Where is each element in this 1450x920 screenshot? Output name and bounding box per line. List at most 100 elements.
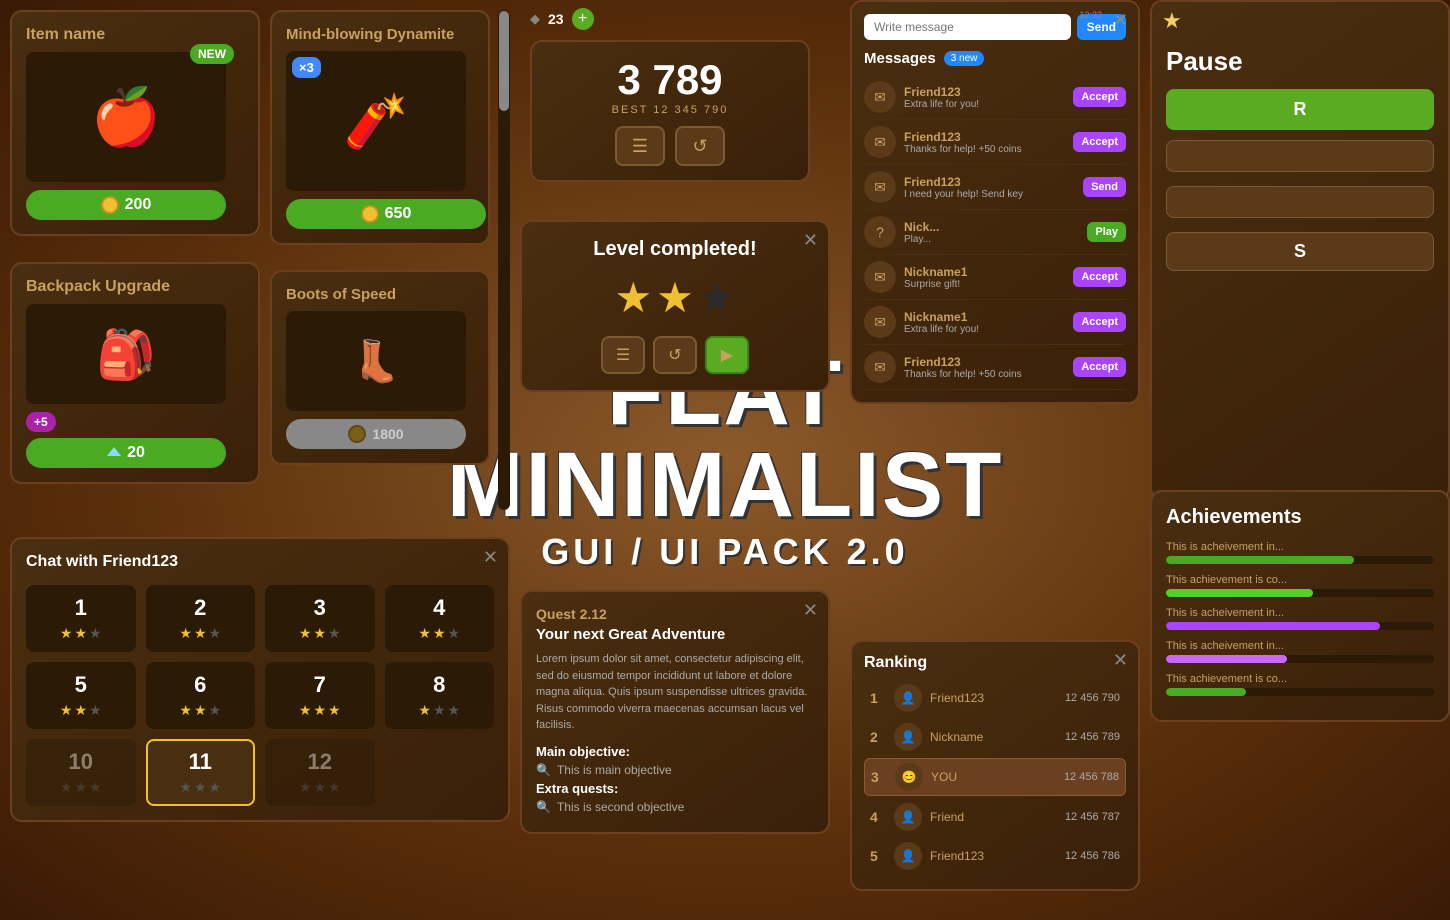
msg-sender-7: Friend123: [904, 355, 1065, 369]
msg-text-7: Thanks for help! +50 coins: [904, 369, 1065, 380]
pause-resume-button[interactable]: R: [1166, 89, 1434, 130]
accept-button-1[interactable]: Accept: [1073, 87, 1126, 107]
level-cell-10[interactable]: 10 ★ ★ ★: [26, 739, 136, 806]
rank-item-3: 3 😊 YOU 12 456 788: [864, 758, 1126, 796]
rank-name-2: Nickname: [930, 730, 1057, 744]
messages-header: Messages 3 new: [864, 50, 1126, 67]
send-button-3[interactable]: Send: [1083, 177, 1126, 197]
accept-button-5[interactable]: Accept: [1073, 267, 1126, 287]
level-stars-8: ★ ★ ★: [395, 702, 485, 719]
star-5-2: ★: [74, 702, 87, 719]
level-num-2: 2: [156, 595, 246, 621]
star-3: ★: [698, 273, 736, 322]
boots-card: Boots of Speed 👢 1800: [270, 270, 490, 465]
level-cell-7[interactable]: 7 ★ ★ ★: [265, 662, 375, 729]
backpack-icon: 🎒: [96, 326, 156, 383]
backpack-title: Backpack Upgrade: [26, 278, 244, 296]
level-menu-button[interactable]: ☰: [601, 336, 645, 374]
achievement-text-3: This is acheivement in...: [1166, 607, 1434, 619]
msg-text-5: Surprise gift!: [904, 279, 1065, 290]
quest-id: Quest 2.12: [536, 606, 814, 622]
boots-icon-box: 👢: [286, 311, 466, 411]
dynamite-buy-button[interactable]: 650: [286, 199, 486, 229]
item-price: 200: [125, 196, 152, 214]
levels-grid: 1 ★ ★ ★ 2 ★ ★ ★ 3 ★ ★ ★ 4: [26, 585, 494, 806]
level-complete-close-button[interactable]: ✕: [803, 230, 818, 251]
score-buttons: ☰ ↺: [546, 126, 794, 166]
achievement-item-2: This achievement is co...: [1166, 574, 1434, 597]
msg-content-2: Friend123 Thanks for help! +50 coins: [904, 130, 1065, 155]
level-cell-6[interactable]: 6 ★ ★ ★: [146, 662, 256, 729]
ranking-close-button[interactable]: ✕: [1113, 650, 1128, 671]
rank-score-2: 12 456 789: [1065, 731, 1120, 743]
play-button-4[interactable]: Play: [1087, 222, 1126, 242]
messages-close-button[interactable]: ✕: [1113, 10, 1128, 31]
level-cell-2[interactable]: 2 ★ ★ ★: [146, 585, 256, 652]
scroll-bar[interactable]: [498, 10, 510, 510]
msg-avatar-5: ✉: [864, 261, 896, 293]
level-refresh-button[interactable]: ↺: [653, 336, 697, 374]
level-cell-11[interactable]: 11 ★ ★ ★: [146, 739, 256, 806]
item-card: Item name 🍎 NEW 200: [10, 10, 260, 236]
message-item: ✉ Friend123 Extra life for you! Accept: [864, 75, 1126, 120]
dynamite-icon-box: ×3 🧨: [286, 51, 466, 191]
star-2-3: ★: [209, 625, 222, 642]
star-1: ★: [615, 273, 653, 322]
star-12-2: ★: [313, 779, 326, 796]
backpack-price: 20: [127, 444, 145, 462]
backpack-card: Backpack Upgrade 🎒 +5 20: [10, 262, 260, 484]
messages-new-count: 3 new: [944, 51, 985, 66]
chat-title: Chat with Friend123: [26, 553, 494, 571]
achievement-bar-bg-3: [1166, 622, 1434, 630]
star-8-1: ★: [418, 702, 431, 719]
accept-button-7[interactable]: Accept: [1073, 357, 1126, 377]
diamond-icon-top: ◆: [530, 11, 540, 27]
quest-text: Lorem ipsum dolor sit amet, consectetur …: [536, 651, 814, 734]
quest-main-label: Main objective:: [536, 744, 814, 759]
rank-num-4: 4: [870, 809, 886, 825]
rank-num-1: 1: [870, 690, 886, 706]
level-cell-3[interactable]: 3 ★ ★ ★: [265, 585, 375, 652]
level-complete-buttons: ☰ ↺ ▶: [538, 336, 812, 374]
star-3-2: ★: [313, 625, 326, 642]
message-item-4: ? Nick... Play... Play: [864, 210, 1126, 255]
level-cell-5[interactable]: 5 ★ ★ ★: [26, 662, 136, 729]
backpack-buy-button[interactable]: 20: [26, 438, 226, 468]
star-2-2: ★: [194, 625, 207, 642]
boots-buy-button[interactable]: 1800: [286, 419, 466, 449]
scroll-thumb: [499, 11, 509, 111]
rank-num-2: 2: [870, 729, 886, 745]
star-6-3: ★: [209, 702, 222, 719]
coin-icon: [101, 196, 119, 214]
quest-main-objective: 🔍 This is main objective: [536, 763, 814, 777]
add-counter-button[interactable]: +: [572, 8, 594, 30]
level-num-10: 10: [36, 749, 126, 775]
level-cell-8[interactable]: 8 ★ ★ ★: [385, 662, 495, 729]
quest-close-button[interactable]: ✕: [803, 600, 818, 621]
chat-close-button[interactable]: ✕: [483, 547, 498, 568]
write-message-input[interactable]: [864, 14, 1071, 40]
quest-extra-objective: 🔍 This is second objective: [536, 800, 814, 814]
plus-badge: +5: [26, 412, 56, 432]
star-11-1: ★: [179, 779, 192, 796]
item-buy-button[interactable]: 200: [26, 190, 226, 220]
achievement-bar-bg-4: [1166, 655, 1434, 663]
star-12-1: ★: [299, 779, 312, 796]
score-refresh-button[interactable]: ↺: [675, 126, 725, 166]
accept-button-2[interactable]: Accept: [1073, 132, 1126, 152]
star-12-3: ★: [328, 779, 341, 796]
level-cell-12[interactable]: 12 ★ ★ ★: [265, 739, 375, 806]
level-stars-2: ★ ★ ★: [156, 625, 246, 642]
pause-title: Pause: [1166, 46, 1434, 77]
level-play-button[interactable]: ▶: [705, 336, 749, 374]
achievement-item-4: This is acheivement in...: [1166, 640, 1434, 663]
level-cell-1[interactable]: 1 ★ ★ ★: [26, 585, 136, 652]
level-num-6: 6: [156, 672, 246, 698]
level-stars-7: ★ ★ ★: [275, 702, 365, 719]
score-menu-button[interactable]: ☰: [615, 126, 665, 166]
level-cell-4[interactable]: 4 ★ ★ ★: [385, 585, 495, 652]
quest-search-icon: 🔍: [536, 763, 551, 777]
achievement-bar-fill-2: [1166, 589, 1313, 597]
accept-button-6[interactable]: Accept: [1073, 312, 1126, 332]
msg-sender-6: Nickname1: [904, 310, 1065, 324]
